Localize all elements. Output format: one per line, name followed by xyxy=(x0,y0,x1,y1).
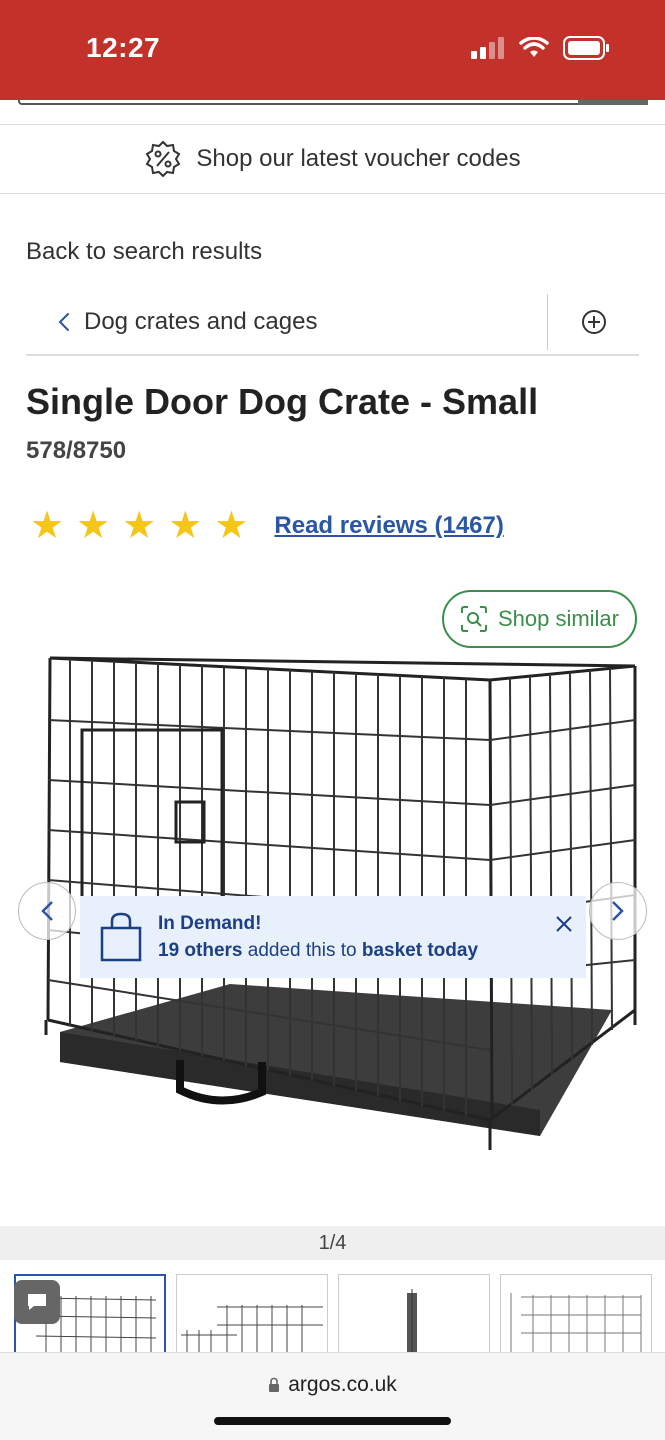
image-counter-text: 1/4 xyxy=(318,1231,347,1254)
product-sku: 578/8750 xyxy=(26,437,127,464)
back-to-results-link[interactable]: Back to search results xyxy=(26,238,262,266)
thumbnail-image xyxy=(407,1289,417,1354)
in-demand-count: 19 others xyxy=(158,940,243,961)
voucher-percent-icon xyxy=(146,140,181,178)
thumbnail-image xyxy=(181,1305,323,1354)
chevron-left-icon xyxy=(58,313,69,331)
url-text: argos.co.uk xyxy=(288,1373,397,1396)
thumbnail-2[interactable] xyxy=(176,1274,328,1354)
thumbnail-3[interactable] xyxy=(338,1274,490,1354)
voucher-banner[interactable]: Shop our latest voucher codes xyxy=(0,124,665,194)
status-bar: 12:27 xyxy=(0,0,665,100)
visual-search-icon xyxy=(460,606,487,632)
product-title: Single Door Dog Crate - Small xyxy=(26,381,539,422)
shop-similar-label: Shop similar xyxy=(497,606,619,631)
in-demand-end: basket today xyxy=(361,940,479,961)
lock-icon xyxy=(269,1377,280,1392)
address-bar[interactable]: argos.co.uk xyxy=(0,1373,665,1397)
in-demand-middle: added this to xyxy=(247,940,357,961)
chevron-right-icon xyxy=(612,901,624,921)
browser-bottom-bar: argos.co.uk xyxy=(0,1352,665,1440)
category-label: Dog crates and cages xyxy=(84,308,318,335)
voucher-label: Shop our latest voucher codes xyxy=(196,145,521,172)
search-field-edge[interactable] xyxy=(18,100,648,105)
category-link[interactable]: Dog crates and cages xyxy=(26,294,547,350)
close-icon[interactable] xyxy=(554,914,574,934)
home-indicator[interactable] xyxy=(214,1417,451,1425)
signal-icon xyxy=(471,37,504,59)
thumbnail-strip xyxy=(0,1274,665,1354)
next-image-button[interactable] xyxy=(589,882,647,940)
shopping-bag-icon xyxy=(100,912,142,962)
page-title: Single Door Dog Crate - Small 578/8750 xyxy=(26,380,586,473)
star-rating: ★ ★ ★ ★ ★ xyxy=(30,506,248,546)
star-icon: ★ xyxy=(214,505,249,547)
status-icons xyxy=(471,36,609,60)
in-demand-body: 19 others added this to basket today xyxy=(158,937,478,964)
thumbnail-4[interactable] xyxy=(500,1274,652,1354)
star-icon: ★ xyxy=(30,505,65,547)
in-demand-text: In Demand! 19 others added this to baske… xyxy=(158,910,478,964)
star-icon: ★ xyxy=(76,505,111,547)
expand-button[interactable] xyxy=(548,309,639,335)
shop-similar-button[interactable]: Shop similar xyxy=(441,590,637,648)
chevron-left-icon xyxy=(41,901,53,921)
plus-circle-icon xyxy=(581,310,606,334)
wifi-icon xyxy=(519,37,549,57)
chat-button[interactable] xyxy=(14,1280,60,1324)
status-time: 12:27 xyxy=(86,32,161,63)
in-demand-banner: In Demand! 19 others added this to baske… xyxy=(80,896,586,978)
category-breadcrumb: Dog crates and cages xyxy=(26,290,639,356)
thumbnail-image xyxy=(510,1293,642,1354)
previous-image-button[interactable] xyxy=(18,882,76,940)
battery-icon xyxy=(563,36,609,60)
image-counter: 1/4 xyxy=(0,1226,665,1260)
in-demand-title: In Demand! xyxy=(158,913,262,934)
star-icon: ★ xyxy=(168,505,203,547)
read-reviews-link[interactable]: Read reviews (1467) xyxy=(274,512,503,540)
chat-icon xyxy=(28,1294,46,1310)
star-icon: ★ xyxy=(122,505,157,547)
product-image-gallery[interactable]: Shop similar In Demand! 19 others added … xyxy=(0,580,665,1226)
rating-row: ★ ★ ★ ★ ★ Read reviews (1467) xyxy=(30,506,504,546)
